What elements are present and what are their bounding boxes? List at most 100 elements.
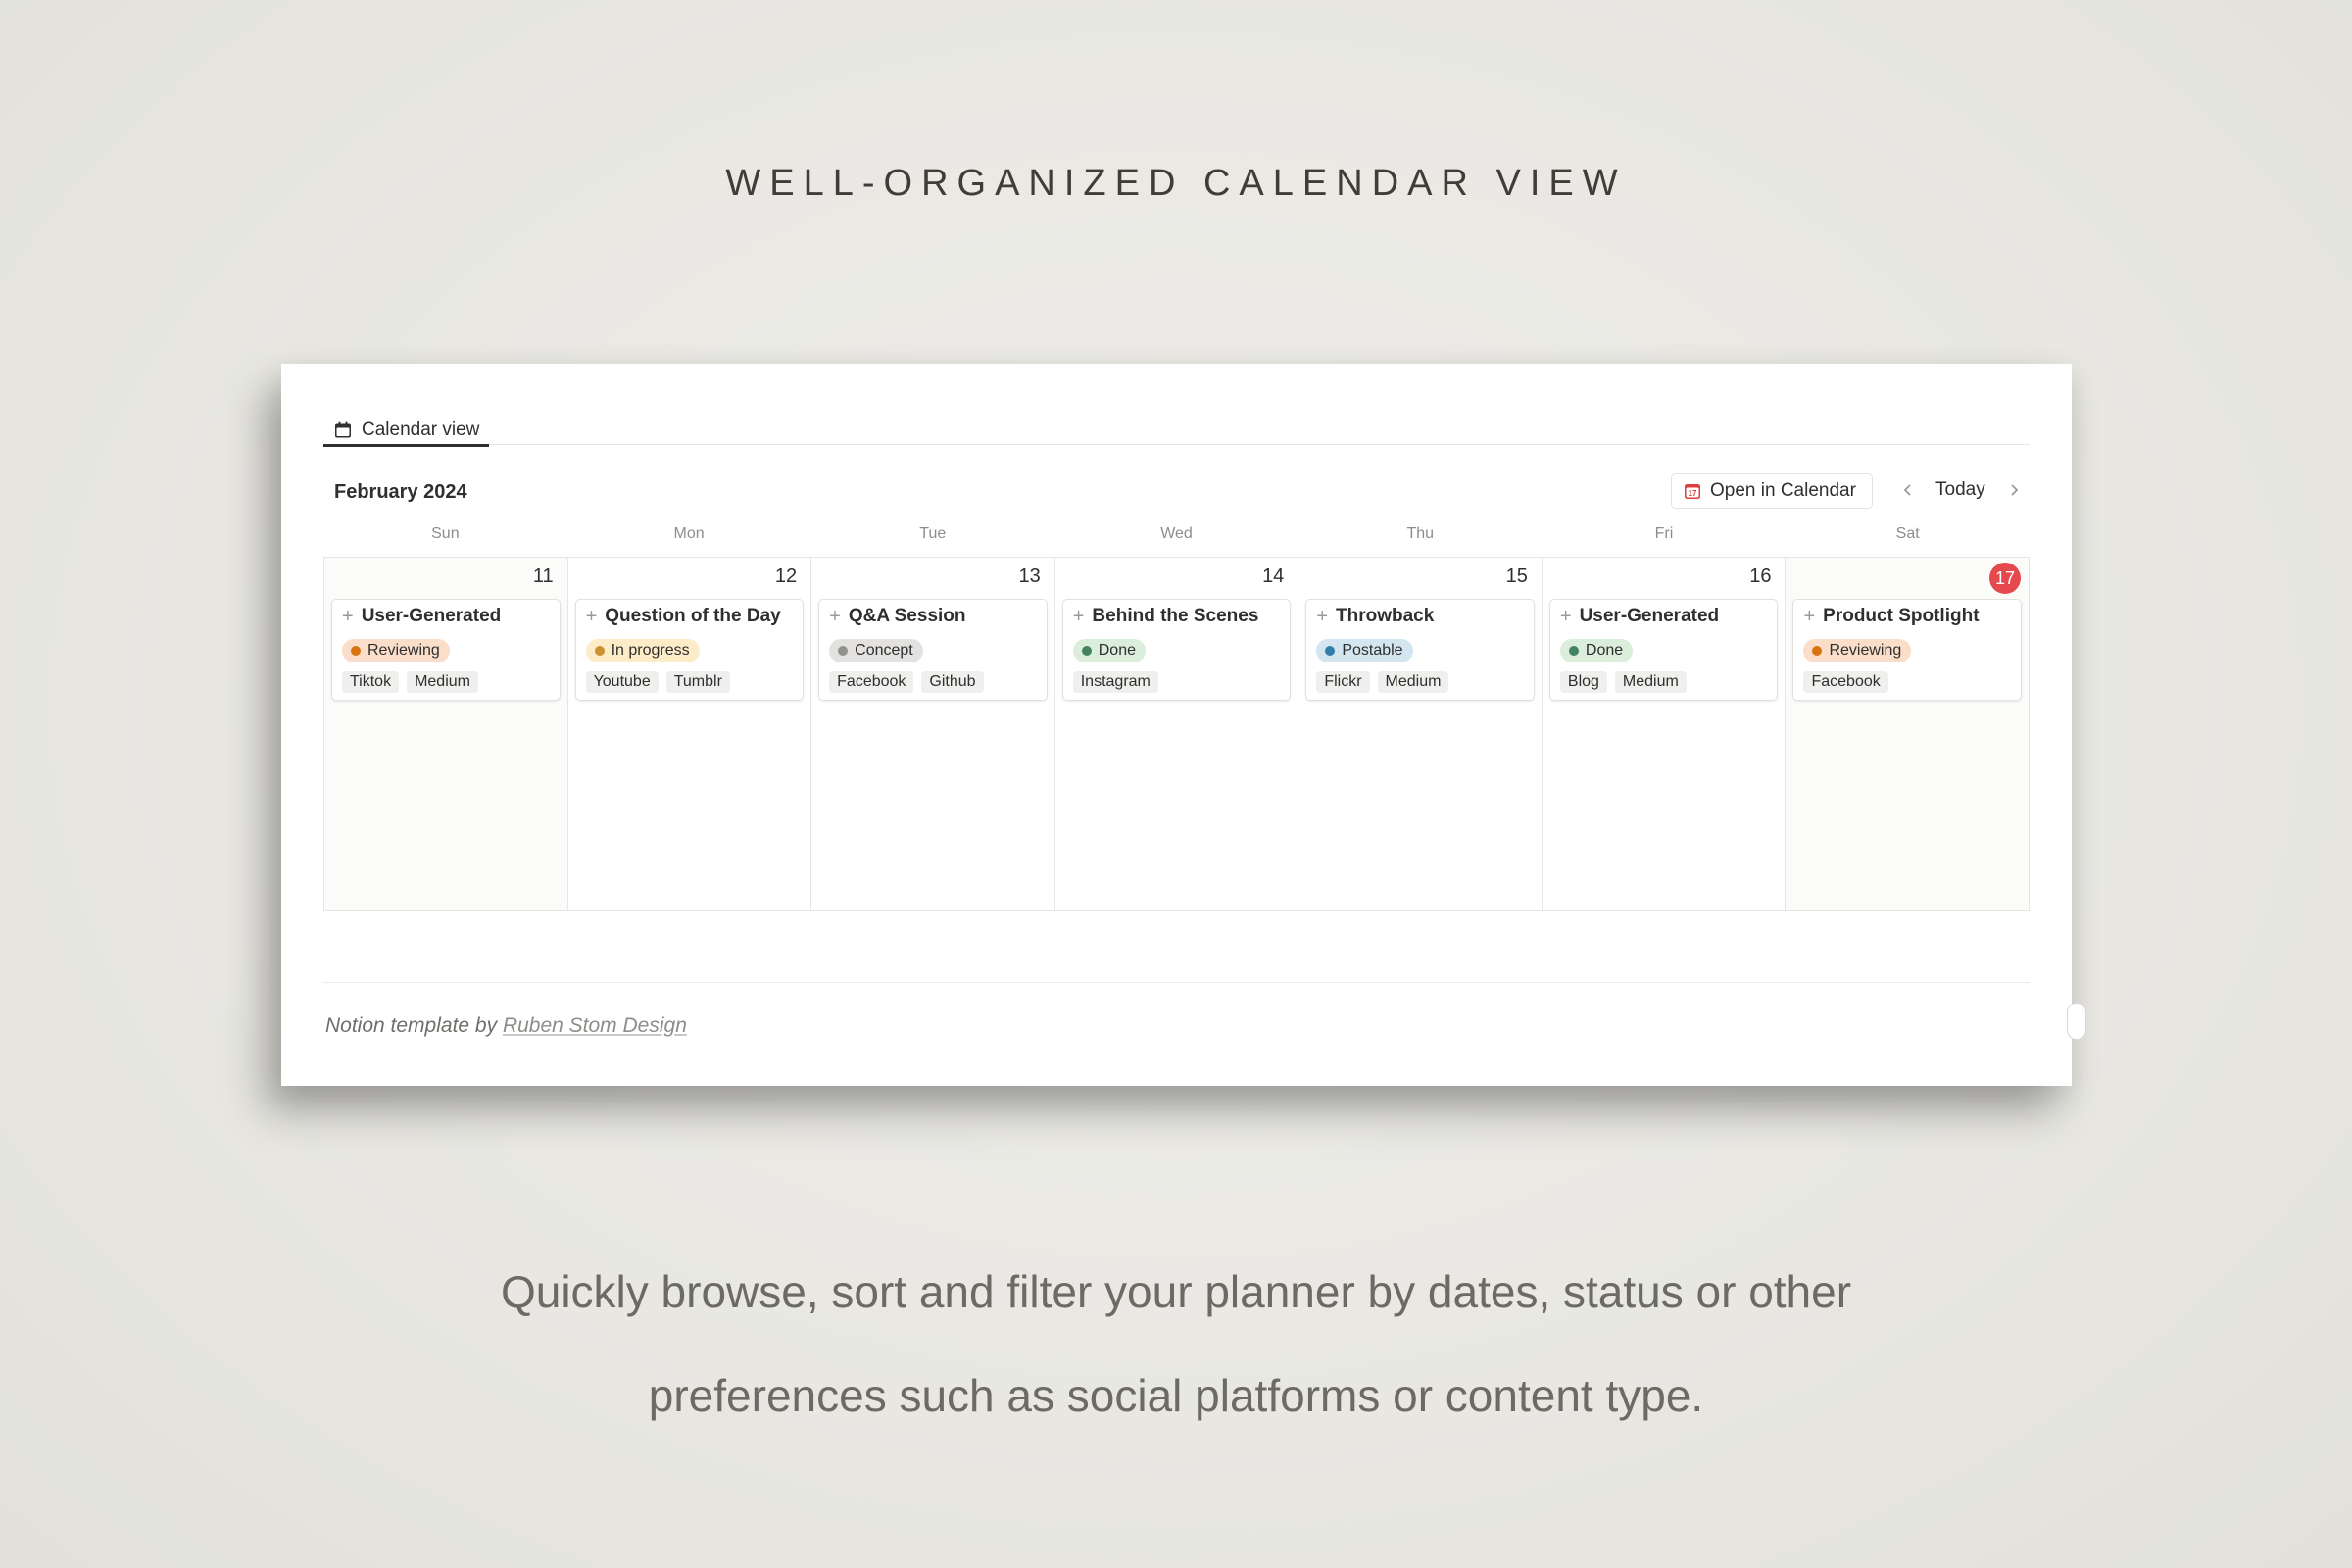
- status-label: Done: [1585, 642, 1624, 659]
- status-dot: [594, 646, 605, 656]
- status-dot: [351, 646, 361, 656]
- weekday-label: Mon: [673, 525, 705, 542]
- status-label: Reviewing: [1829, 642, 1902, 659]
- day-number: 12: [774, 565, 798, 587]
- event-title: Q&A Session: [848, 606, 966, 626]
- platform-tag: Blog: [1559, 671, 1607, 693]
- status-label: In progress: [611, 642, 690, 659]
- platform-tag: Facebook: [1803, 671, 1888, 693]
- platform-tags: Flickr Medium: [1316, 671, 1449, 693]
- platform-tag: Medium: [407, 671, 478, 693]
- plus-icon[interactable]: +: [1803, 607, 1815, 626]
- event-title: User-Generated: [361, 606, 502, 626]
- platform-tag: Github: [921, 671, 984, 693]
- page-headline: WELL-ORGANIZED CALENDAR VIEW: [725, 163, 1627, 204]
- marketing-description: Quickly browse, sort and filter your pla…: [294, 1240, 2058, 1447]
- status-label: Done: [1098, 642, 1136, 659]
- status-dot: [1812, 646, 1823, 656]
- plus-icon[interactable]: +: [1316, 607, 1328, 626]
- day-number: 13: [1018, 565, 1041, 587]
- today-date-badge: 17: [1989, 563, 2022, 594]
- day-number: 16: [1749, 565, 1772, 587]
- platform-tags: Facebook Github: [829, 671, 984, 693]
- status-dot: [1325, 646, 1336, 656]
- weekday-label: Sat: [1895, 525, 1920, 542]
- platform-tags: Youtube Tumblr: [585, 671, 730, 693]
- today-button[interactable]: Today: [1936, 479, 1985, 501]
- status-badge: In progress: [585, 639, 700, 662]
- status-label: Postable: [1342, 642, 1403, 659]
- description-line: Quickly browse, sort and filter your pla…: [500, 1266, 1852, 1317]
- day-cell[interactable]: 14 + Behind the Scenes Done Instagram: [1054, 558, 1299, 910]
- event-title: Question of the Day: [605, 606, 781, 626]
- chevron-right-icon[interactable]: [2002, 478, 2026, 502]
- day-cell[interactable]: 16 + User-Generated Done Blog Medium: [1542, 558, 1787, 910]
- footer-divider: [323, 982, 2030, 983]
- status-dot: [1568, 646, 1579, 656]
- svg-text:17: 17: [1689, 489, 1697, 498]
- plus-icon[interactable]: +: [586, 607, 598, 626]
- platform-tag: Facebook: [829, 671, 914, 693]
- credit-prefix: Notion template by: [325, 1014, 503, 1037]
- status-label: Concept: [855, 642, 913, 659]
- month-title: February 2024: [334, 481, 467, 503]
- status-badge: Postable: [1316, 639, 1413, 662]
- plus-icon[interactable]: +: [1073, 607, 1085, 626]
- calendar-week-grid: 11 + User-Generated Reviewing Tiktok Medi…: [323, 557, 2030, 911]
- platform-tag: Youtube: [585, 671, 659, 693]
- weekday-label: Sun: [431, 525, 460, 542]
- weekday-label: Thu: [1406, 525, 1435, 542]
- template-credit: Notion template by Ruben Stom Design: [325, 1014, 687, 1038]
- calendar-app-icon: 17: [1685, 484, 1700, 499]
- day-cell[interactable]: 13 + Q&A Session Concept Facebook Github: [811, 558, 1055, 910]
- event-card[interactable]: + Behind the Scenes Done Instagram: [1061, 599, 1292, 701]
- open-in-calendar-button[interactable]: 17 Open in Calendar: [1671, 473, 1873, 509]
- notion-calendar-card: Calendar view February 2024 17 Open in C…: [281, 364, 2086, 1086]
- weekday-label: Tue: [919, 525, 947, 542]
- tab-calendar-view[interactable]: Calendar view: [323, 416, 490, 447]
- status-badge: Done: [1072, 639, 1146, 662]
- platform-tags: Blog Medium: [1559, 671, 1687, 693]
- day-number: 11: [532, 565, 554, 587]
- event-card[interactable]: + User-Generated Reviewing Tiktok Medium: [331, 599, 561, 701]
- platform-tag: Medium: [1614, 671, 1687, 693]
- status-badge: Reviewing: [342, 639, 450, 662]
- plus-icon[interactable]: +: [342, 607, 354, 626]
- event-card[interactable]: + Q&A Session Concept Facebook Github: [818, 599, 1048, 701]
- day-number: 15: [1505, 565, 1528, 587]
- tab-label: Calendar view: [362, 419, 480, 440]
- day-cell[interactable]: 11 + User-Generated Reviewing Tiktok Medi…: [324, 558, 568, 910]
- plus-icon[interactable]: +: [829, 607, 841, 626]
- platform-tag: Medium: [1377, 671, 1449, 693]
- view-tabbar: Calendar view: [323, 416, 2030, 447]
- platform-tag: Tiktok: [342, 671, 400, 693]
- weekday-label: Fri: [1654, 525, 1674, 542]
- day-cell[interactable]: 17 + Product Spotlight Reviewing Facebook: [1786, 558, 2030, 910]
- status-dot: [838, 646, 849, 656]
- event-card[interactable]: + Product Spotlight Reviewing Facebook: [1792, 599, 2023, 701]
- platform-tag: Tumblr: [665, 671, 730, 693]
- event-card[interactable]: + User-Generated Done Blog Medium: [1548, 599, 1779, 701]
- plus-icon[interactable]: +: [1560, 607, 1572, 626]
- open-in-calendar-label: Open in Calendar: [1710, 480, 1856, 501]
- event-title: Throwback: [1336, 606, 1435, 626]
- chevron-left-icon[interactable]: [1896, 478, 1920, 502]
- scroll-handle[interactable]: [2067, 1003, 2086, 1040]
- status-badge: Reviewing: [1803, 639, 1912, 662]
- platform-tags: Instagram: [1072, 671, 1158, 693]
- platform-tag: Instagram: [1072, 671, 1158, 693]
- platform-tags: Facebook: [1803, 671, 1888, 693]
- calendar-icon: [335, 421, 351, 438]
- weekday-label: Wed: [1160, 525, 1193, 542]
- credit-author-link[interactable]: Ruben Stom Design: [503, 1014, 687, 1037]
- weekday-header-row: Sun Mon Tue Wed Thu Fri Sat: [323, 525, 2030, 547]
- day-cell[interactable]: 15 + Throwback Postable Flickr Medium: [1298, 558, 1543, 910]
- description-line: preferences such as social platforms or …: [648, 1370, 1704, 1421]
- day-cell[interactable]: 12 + Question of the Day In progress Yout…: [567, 558, 812, 910]
- event-title: User-Generated: [1579, 606, 1720, 626]
- status-dot: [1081, 646, 1092, 656]
- event-card[interactable]: + Throwback Postable Flickr Medium: [1305, 599, 1535, 701]
- day-number: 14: [1262, 565, 1285, 587]
- event-card[interactable]: + Question of the Day In progress Youtube…: [574, 599, 805, 701]
- status-label: Reviewing: [368, 642, 440, 659]
